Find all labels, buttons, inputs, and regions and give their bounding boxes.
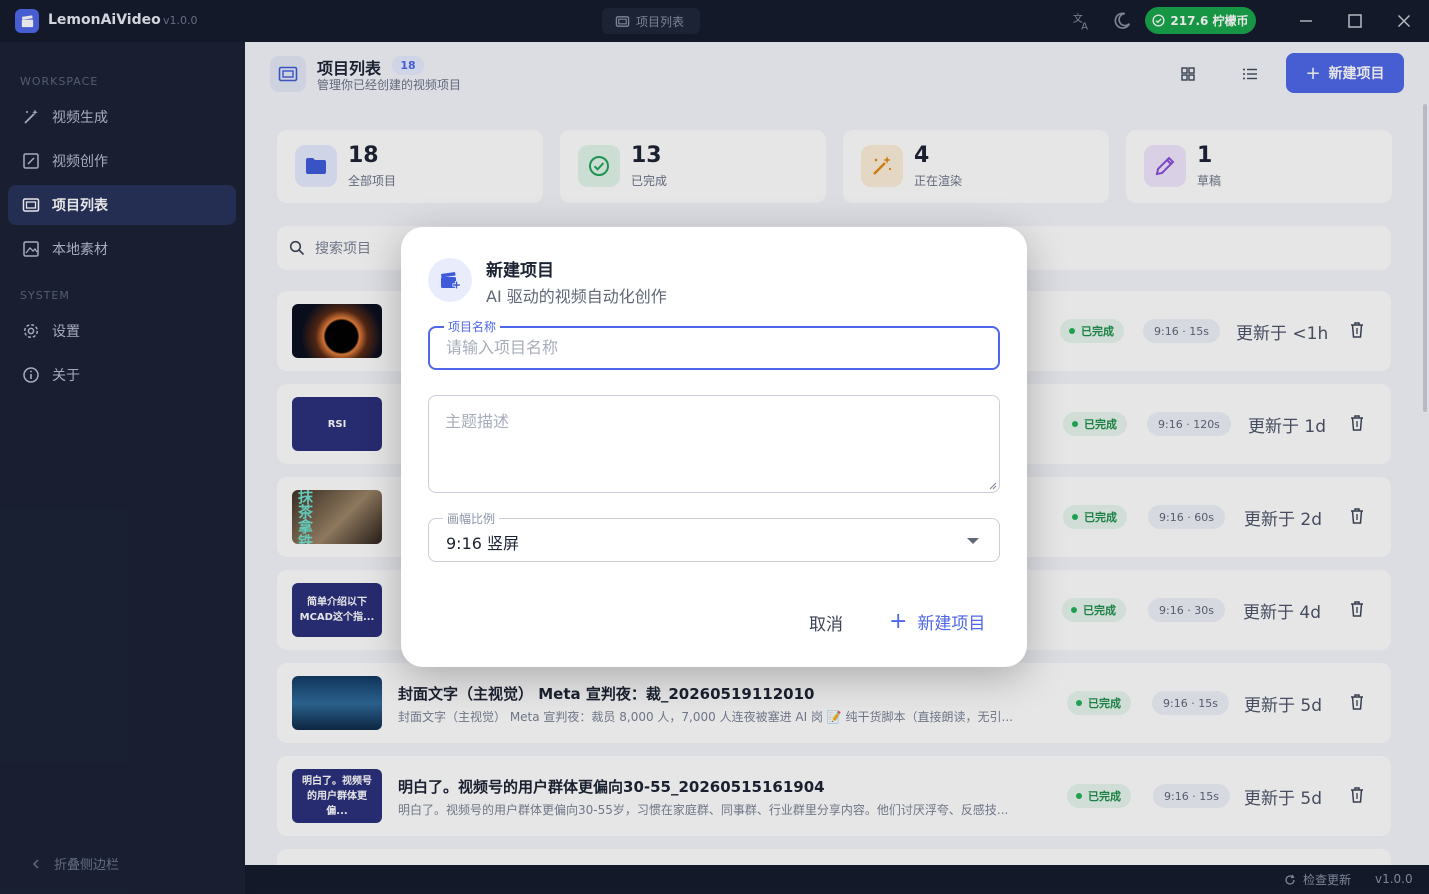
aspect-ratio-label: 画幅比例 <box>443 510 500 527</box>
create-project-button[interactable]: + 新建项目 <box>889 609 985 634</box>
aspect-ratio-select[interactable]: 画幅比例 9:16 竖屏 <box>428 510 1000 562</box>
topic-description-input[interactable] <box>445 408 975 484</box>
resize-handle-icon[interactable] <box>989 482 997 490</box>
chevron-down-icon <box>967 538 979 544</box>
clapperboard-icon <box>441 272 461 289</box>
project-name-field: 项目名称 <box>428 318 1000 370</box>
cancel-button[interactable]: 取消 <box>809 610 843 635</box>
create-project-button-label: 新建项目 <box>917 614 986 634</box>
dialog-title: 新建项目 <box>486 261 554 281</box>
topic-description-field <box>428 395 1000 493</box>
new-project-dialog: 新建项目 AI 驱动的视频自动化创作 项目名称 画幅比例 9:16 竖屏 取消 … <box>401 227 1027 667</box>
dialog-subtitle: AI 驱动的视频自动化创作 <box>486 287 667 306</box>
dialog-icon <box>428 258 472 302</box>
aspect-ratio-value: 9:16 竖屏 <box>446 534 520 553</box>
plus-icon: + <box>889 608 908 634</box>
project-name-label: 项目名称 <box>444 318 501 335</box>
project-name-input[interactable] <box>446 338 976 357</box>
